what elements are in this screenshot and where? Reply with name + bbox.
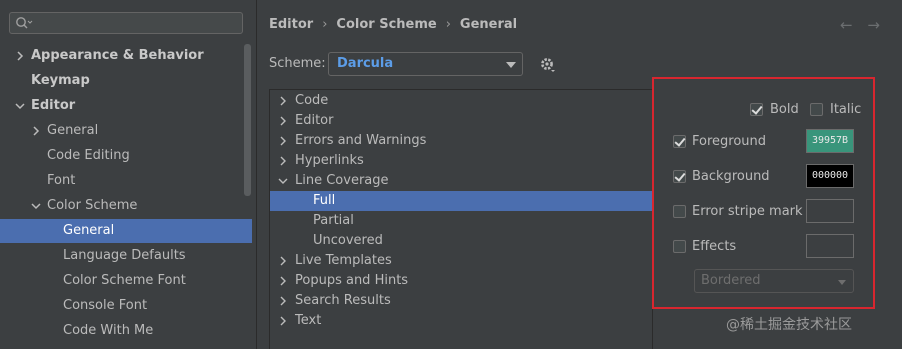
sidebar-item-color-scheme-font[interactable]: Color Scheme Font <box>0 269 252 293</box>
scheme-select-value: Darcula <box>337 56 394 71</box>
tree-item-uncovered[interactable]: Uncovered <box>270 231 652 251</box>
tree-item-label: Code <box>295 93 329 108</box>
back-arrow-icon[interactable]: ← <box>840 16 853 34</box>
tree-item-code[interactable]: Code <box>270 91 652 111</box>
tree-item-full[interactable]: Full <box>270 191 652 211</box>
breadcrumb-item: General <box>459 17 518 32</box>
sidebar-item-label: Color Scheme Font <box>63 273 186 288</box>
tree-item-search-results[interactable]: Search Results <box>270 291 652 311</box>
chevron-right-icon[interactable] <box>30 119 42 143</box>
tree-item-label: Editor <box>295 113 334 128</box>
gear-icon[interactable] <box>539 56 557 74</box>
chevron-down-icon[interactable] <box>14 94 26 118</box>
breadcrumb-item[interactable]: Color Scheme <box>336 16 436 34</box>
tree-item-label: Hyperlinks <box>295 153 364 168</box>
sidebar-item-keymap[interactable]: Keymap <box>0 69 252 93</box>
sidebar-item-editor[interactable]: Editor <box>0 94 252 118</box>
tree-item-label: Partial <box>313 213 354 228</box>
sidebar-item-general[interactable]: General <box>0 119 252 143</box>
tree-item-partial[interactable]: Partial <box>270 211 652 231</box>
tree-item-label: Uncovered <box>313 233 383 248</box>
sidebar-item-label: Code With Me <box>63 323 154 338</box>
tree-item-errors-warnings[interactable]: Errors and Warnings <box>270 131 652 151</box>
history-navigation: ← → <box>840 16 880 34</box>
sidebar-item-font[interactable]: Font <box>0 169 252 193</box>
chevron-right-icon[interactable] <box>14 44 26 68</box>
chevron-down-icon[interactable] <box>30 194 42 218</box>
sidebar-scrollbar[interactable] <box>244 44 251 196</box>
scheme-select[interactable]: Darcula <box>328 52 523 76</box>
tree-item-live-templates[interactable]: Live Templates <box>270 251 652 271</box>
sidebar-item-language-defaults[interactable]: Language Defaults <box>0 244 252 268</box>
breadcrumb-item[interactable]: Editor <box>269 16 313 34</box>
tree-item-label: Text <box>295 313 322 328</box>
dropdown-arrow-icon <box>506 62 516 68</box>
sidebar-item-label: Code Editing <box>47 148 130 163</box>
search-icon <box>16 17 33 29</box>
sidebar-item-label: Appearance & Behavior <box>31 48 204 63</box>
tree-item-label: Live Templates <box>295 253 392 268</box>
watermark: @稀土掘金技术社区 <box>726 317 852 333</box>
sidebar-item-label: Font <box>47 173 76 188</box>
color-settings-tree: Code Editor Errors and Warnings Hyperlin… <box>269 89 653 349</box>
tree-item-hyperlinks[interactable]: Hyperlinks <box>270 151 652 171</box>
sidebar-item-label: Keymap <box>31 73 90 88</box>
forward-arrow-icon[interactable]: → <box>867 16 880 34</box>
chevron-right-icon[interactable] <box>277 309 289 333</box>
breadcrumb-separator: › <box>445 17 451 32</box>
settings-sidebar: Appearance & Behavior Keymap Editor Gene… <box>0 0 257 349</box>
sidebar-item-label: Color Scheme <box>47 198 138 213</box>
tree-item-label: Search Results <box>295 293 391 308</box>
tree-item-label: Popups and Hints <box>295 273 409 288</box>
tree-item-label: Line Coverage <box>295 173 389 188</box>
sidebar-item-code-with-me[interactable]: Code With Me <box>0 319 252 343</box>
sidebar-item-appearance-behavior[interactable]: Appearance & Behavior <box>0 44 252 68</box>
breadcrumb: Editor › Color Scheme › General <box>269 16 517 34</box>
sidebar-item-color-scheme-general[interactable]: General <box>0 219 252 243</box>
sidebar-item-console-font[interactable]: Console Font <box>0 294 252 318</box>
highlight-box <box>652 77 875 309</box>
tree-item-text[interactable]: Text <box>270 311 652 331</box>
tree-item-line-coverage[interactable]: Line Coverage <box>270 171 652 191</box>
sidebar-item-color-scheme[interactable]: Color Scheme <box>0 194 252 218</box>
sidebar-item-label: Editor <box>31 98 76 113</box>
tree-item-popups-hints[interactable]: Popups and Hints <box>270 271 652 291</box>
scheme-label: Scheme: <box>269 56 326 71</box>
sidebar-item-label: Console Font <box>63 298 148 313</box>
tree-item-editor[interactable]: Editor <box>270 111 652 131</box>
sidebar-item-label: Language Defaults <box>63 248 186 263</box>
sidebar-item-label: General <box>47 123 99 138</box>
tree-item-label: Errors and Warnings <box>295 133 427 148</box>
breadcrumb-separator: › <box>322 17 328 32</box>
chevron-down-icon[interactable] <box>277 169 289 193</box>
sidebar-item-code-editing[interactable]: Code Editing <box>0 144 252 168</box>
sidebar-item-label: General <box>63 223 115 238</box>
tree-item-label: Full <box>313 193 336 208</box>
search-input[interactable] <box>9 12 243 34</box>
